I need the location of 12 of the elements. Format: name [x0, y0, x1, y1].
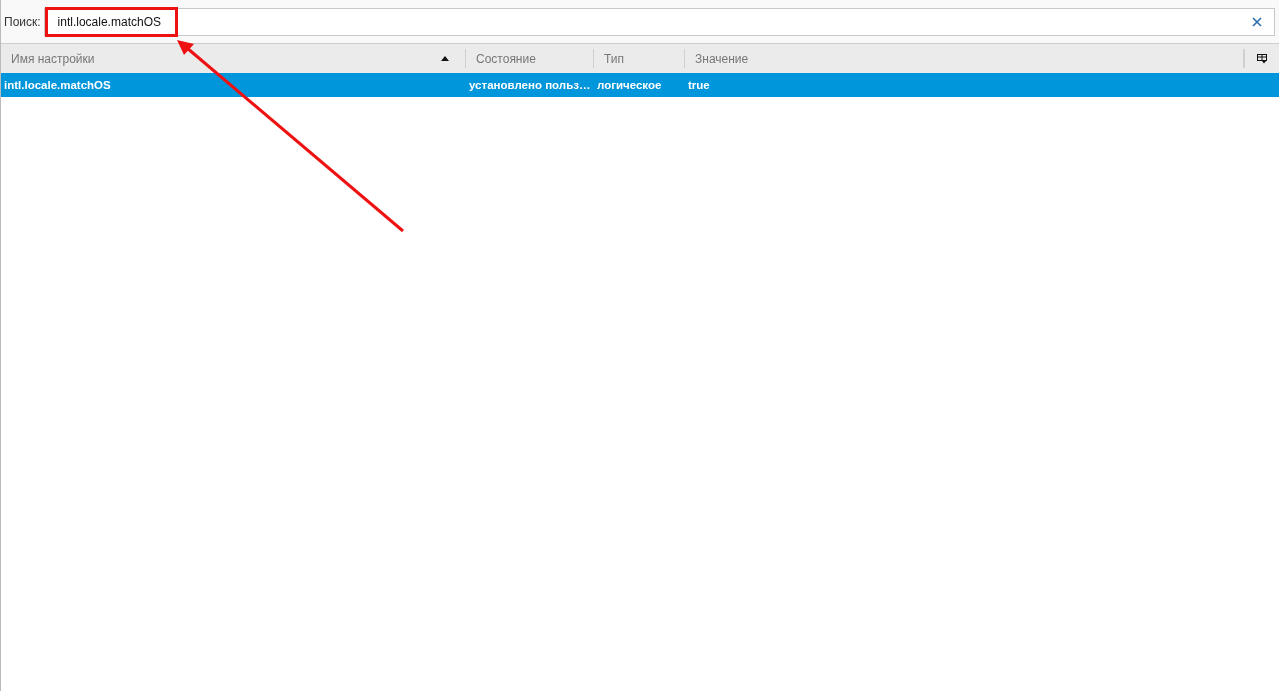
column-picker-icon[interactable]: [1257, 53, 1267, 64]
search-field[interactable]: intl.locale.matchOS: [43, 7, 1275, 36]
clear-icon[interactable]: [1252, 16, 1262, 27]
table-cell: intl.locale.matchOS: [4, 79, 111, 91]
table-cell: true: [688, 79, 710, 91]
column-header[interactable]: Состояние: [466, 49, 594, 68]
search-label: Поиск:: [4, 14, 41, 29]
column-header[interactable]: Тип: [594, 49, 685, 68]
table-cell: установлено польз…: [469, 79, 591, 91]
table-cell: логическое: [597, 79, 662, 91]
column-header[interactable]: Значение: [685, 49, 1244, 68]
table-row[interactable]: intl.locale.matchOS установлено польз… логическое true: [1, 73, 1279, 97]
